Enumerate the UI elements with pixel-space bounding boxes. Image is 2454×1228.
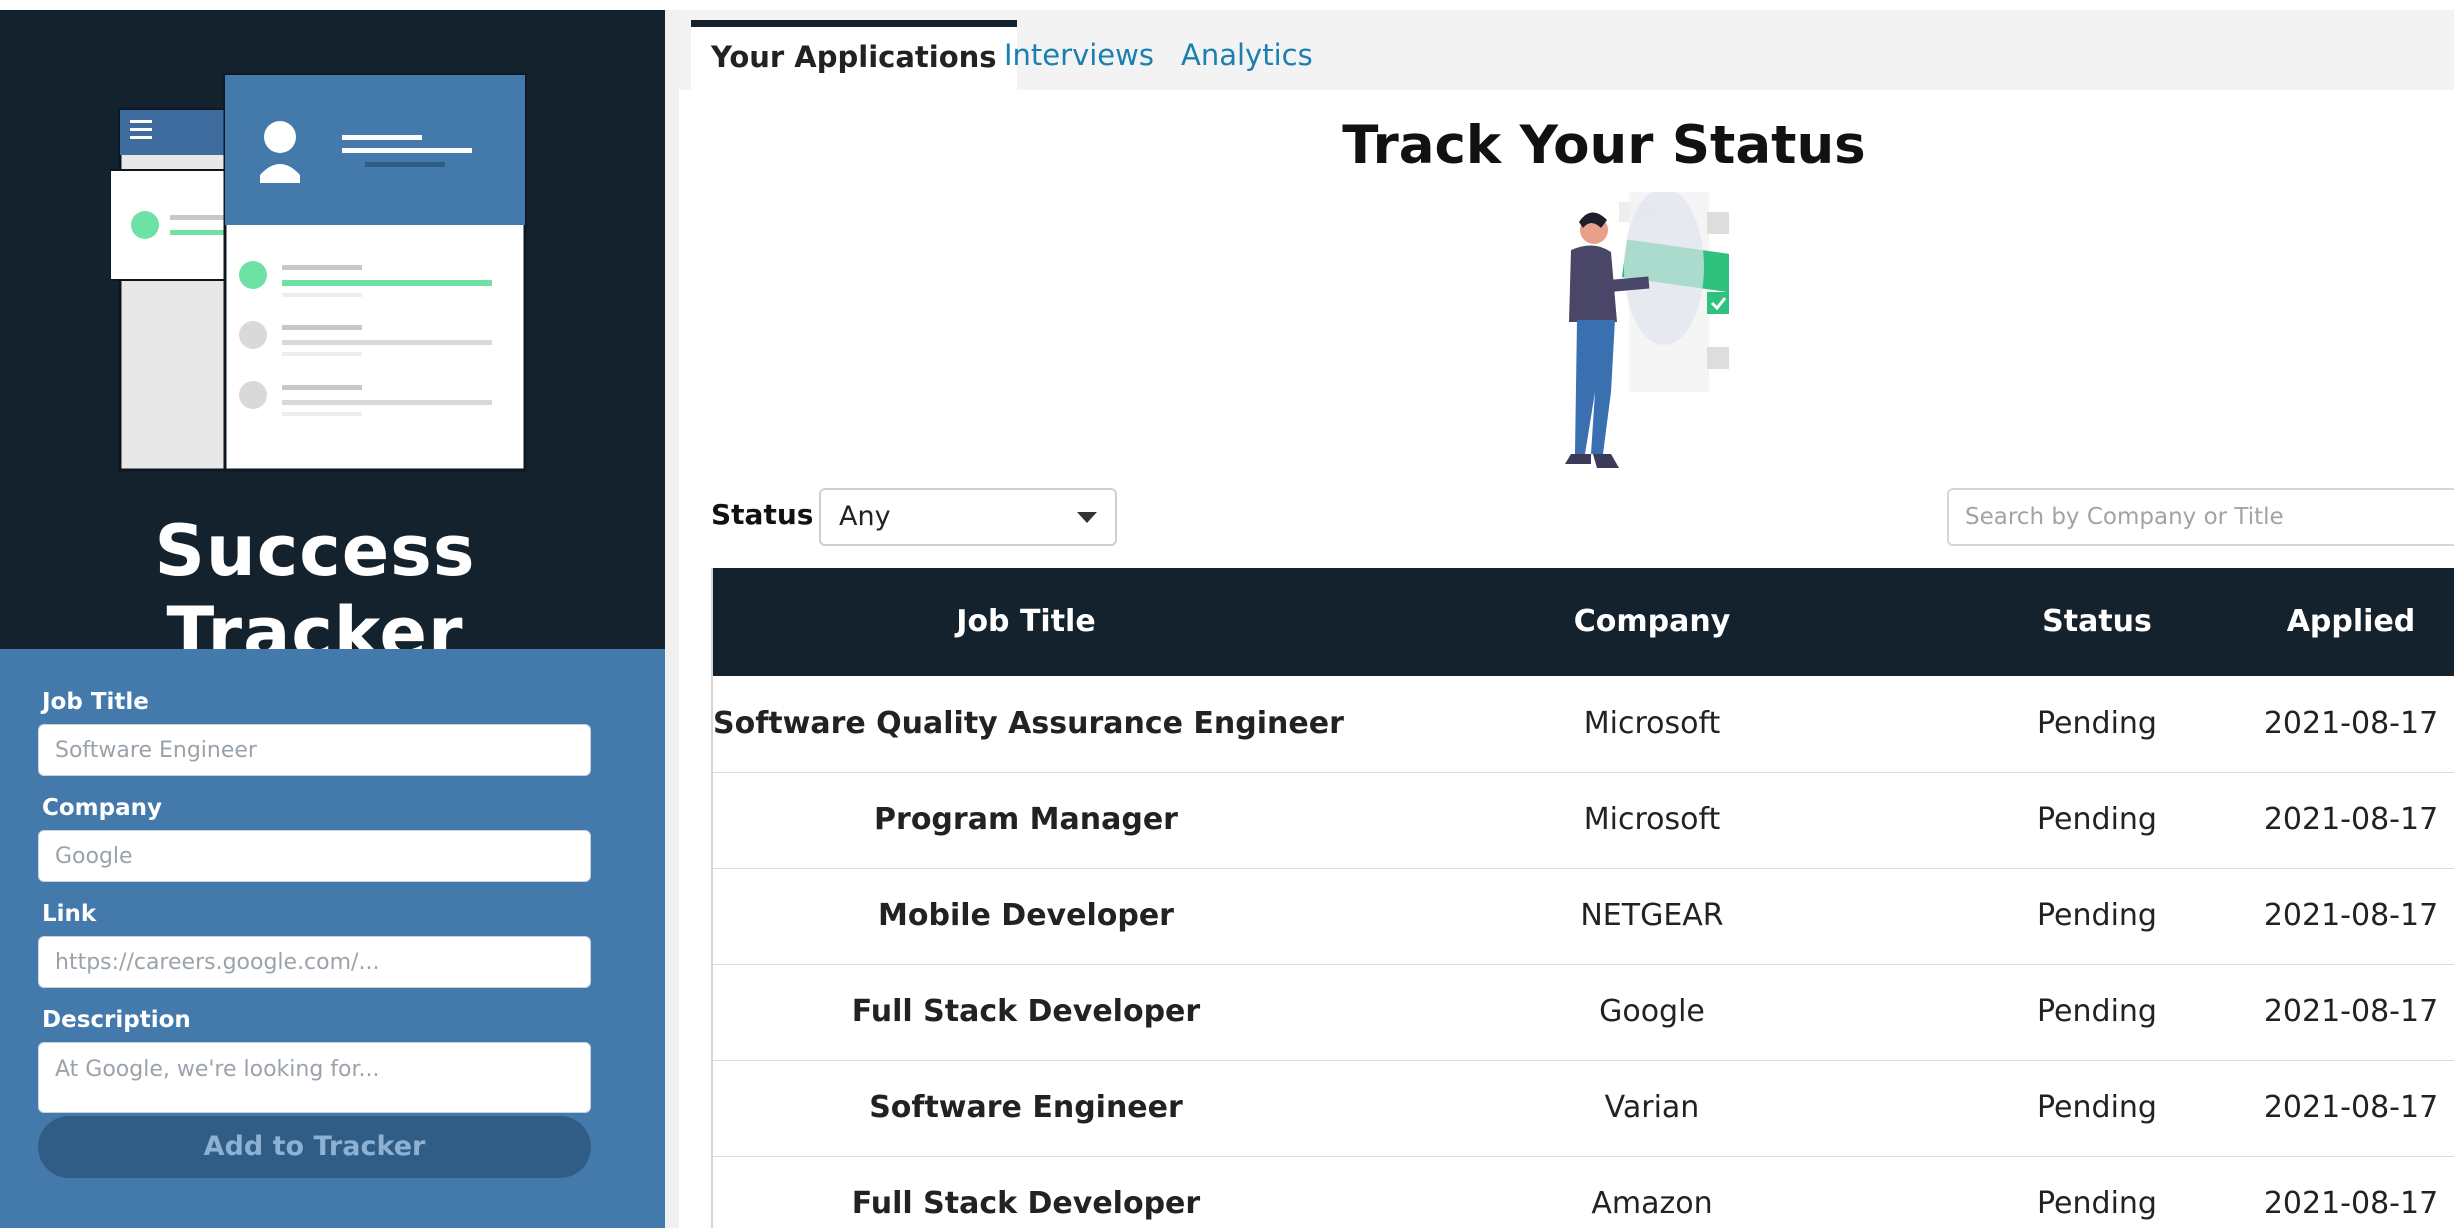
status-cell: Pending (2037, 802, 2157, 837)
search-input[interactable] (1947, 488, 2454, 546)
applied-cell: 2021-08-17 (2263, 802, 2439, 837)
column-header-applied[interactable]: Applied (2229, 568, 2454, 676)
company-cell: NETGEAR (1580, 898, 1724, 933)
tab-your-applications[interactable]: Your Applications (691, 20, 1017, 90)
page-title: Track Your Status (1342, 115, 1866, 176)
applied-cell: 2021-08-17 (2263, 898, 2439, 933)
link-label: Link (42, 901, 97, 927)
company-field[interactable] (38, 830, 591, 882)
applications-table: Job Title Company Status Applied Softwar… (711, 568, 2454, 1228)
company-cell: Microsoft (1583, 802, 1721, 837)
applied-cell: 2021-08-17 (2263, 1186, 2439, 1221)
main-content: Your Applications Interviews Analytics T… (679, 10, 2454, 1228)
table-row[interactable]: Program Manager Microsoft Pending 2021-0… (713, 772, 2454, 869)
table-row[interactable]: Mobile Developer NETGEAR Pending 2021-08… (713, 868, 2454, 965)
window-top-strip (0, 0, 2454, 10)
table-row[interactable]: Full Stack Developer Google Pending 2021… (713, 964, 2454, 1061)
tab-interviews[interactable]: Interviews (1004, 20, 1154, 90)
status-cell: Pending (2037, 1090, 2157, 1125)
chevron-down-icon (1077, 512, 1097, 523)
job-title-cell: Mobile Developer (878, 898, 1174, 933)
company-cell: Amazon (1591, 1186, 1713, 1221)
job-title-cell: Program Manager (874, 802, 1178, 837)
description-label: Description (42, 1007, 191, 1033)
status-cell: Pending (2037, 1186, 2157, 1221)
status-cell: Pending (2037, 898, 2157, 933)
status-cell: Pending (2037, 994, 2157, 1029)
applied-cell: 2021-08-17 (2263, 994, 2439, 1029)
job-title-label: Job Title (42, 689, 149, 715)
status-filter-value: Any (839, 501, 891, 532)
applied-cell: 2021-08-17 (2263, 1090, 2439, 1125)
table-row[interactable]: Software Engineer Varian Pending 2021-08… (713, 1060, 2454, 1157)
link-field[interactable] (38, 936, 591, 988)
column-header-company[interactable]: Company (1339, 568, 1965, 676)
job-title-cell: Full Stack Developer (851, 994, 1201, 1029)
company-cell: Varian (1604, 1090, 1700, 1125)
status-cell: Pending (2037, 706, 2157, 741)
table-header: Job Title Company Status Applied (713, 568, 2454, 676)
tab-bar: Your Applications Interviews Analytics (679, 10, 2454, 90)
column-header-status[interactable]: Status (1965, 568, 2229, 676)
resume-cards-illustration (110, 73, 527, 472)
description-field[interactable] (38, 1042, 591, 1113)
column-header-job-title[interactable]: Job Title (713, 568, 1339, 676)
company-cell: Microsoft (1583, 706, 1721, 741)
sidebar: Success Tracker Job Title Company Link D… (0, 10, 665, 1228)
tab-analytics[interactable]: Analytics (1181, 20, 1313, 90)
job-title-cell: Software Engineer (869, 1090, 1183, 1125)
sidebar-hero: Success Tracker (0, 10, 665, 674)
table-row[interactable]: Full Stack Developer Amazon Pending 2021… (713, 1156, 2454, 1228)
status-filter-select[interactable]: Any (819, 488, 1117, 546)
add-to-tracker-button[interactable]: Add to Tracker (38, 1116, 591, 1178)
status-filter-label: Status (711, 498, 814, 531)
person-status-illustration (1565, 192, 1729, 468)
company-cell: Google (1599, 994, 1705, 1029)
job-title-cell: Software Quality Assurance Engineer (713, 706, 1344, 741)
table-row[interactable]: Software Quality Assurance Engineer Micr… (713, 676, 2454, 773)
sidebar-divider (665, 10, 679, 1228)
job-title-field[interactable] (38, 724, 591, 776)
company-label: Company (42, 795, 162, 821)
job-title-cell: Full Stack Developer (851, 1186, 1201, 1221)
applied-cell: 2021-08-17 (2263, 706, 2439, 741)
